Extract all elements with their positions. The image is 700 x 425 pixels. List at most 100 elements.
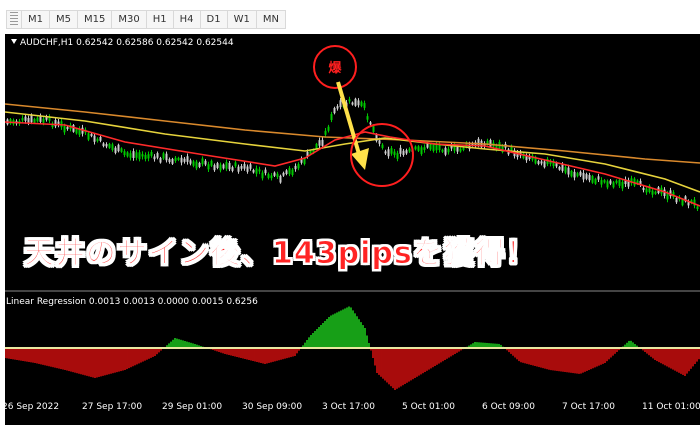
- candle-body: [189, 160, 192, 164]
- candle-body: [270, 175, 273, 179]
- candle-body: [114, 147, 117, 153]
- candle-body: [219, 164, 222, 171]
- candle-body: [192, 161, 195, 166]
- candle-body: [255, 168, 258, 174]
- candle-body: [366, 116, 369, 120]
- time-axis-label: 5 Oct 01:00: [402, 402, 455, 412]
- signal-mark: 爆: [328, 60, 342, 76]
- candle-body: [129, 153, 132, 158]
- candle-body: [582, 172, 585, 180]
- candle-body: [273, 172, 276, 176]
- time-axis-label: 27 Sep 17:00: [82, 402, 143, 412]
- candle-body: [654, 191, 657, 194]
- candle-body: [282, 172, 285, 176]
- timeframe-h1-button[interactable]: H1: [145, 11, 173, 28]
- candle-body: [30, 115, 33, 123]
- candle-body: [123, 151, 126, 156]
- timeframe-h4-button[interactable]: H4: [172, 11, 200, 28]
- timeframe-m5-button[interactable]: M5: [49, 11, 77, 28]
- candle-body: [384, 151, 387, 154]
- candle-body: [36, 117, 39, 122]
- symbol-info: AUDCHF,H1 0.62542 0.62586 0.62542 0.6254…: [11, 38, 234, 48]
- candle-body: [510, 146, 513, 151]
- candle-body: [327, 126, 330, 131]
- timeframe-d1-button[interactable]: D1: [199, 11, 227, 28]
- timeframe-w1-button[interactable]: W1: [226, 11, 256, 28]
- candle-body: [228, 162, 231, 170]
- candle-body: [399, 147, 402, 154]
- candle-body: [279, 175, 282, 183]
- price-chart-window[interactable]: 爆 AUDCHF,H1 0.62542 0.62586 0.62542 0.62…: [2, 34, 700, 425]
- symbol-quote-text: AUDCHF,H1 0.62542 0.62586 0.62542 0.6254…: [20, 38, 234, 48]
- candle-body: [111, 144, 114, 151]
- candle-body: [606, 181, 609, 188]
- candle-body: [621, 182, 624, 189]
- candle-body: [249, 164, 252, 169]
- candle-body: [372, 126, 375, 132]
- candle-body: [354, 98, 357, 106]
- candle-body: [381, 144, 384, 148]
- candle-body: [651, 190, 654, 195]
- candle-body: [459, 148, 462, 152]
- candle-body: [594, 178, 597, 184]
- candle-body: [225, 162, 228, 169]
- candle-body: [315, 143, 318, 149]
- candle-body: [288, 168, 291, 175]
- timeframe-mn-button[interactable]: MN: [255, 11, 285, 28]
- candle-body: [174, 157, 177, 162]
- candle-body: [405, 150, 408, 154]
- candle-body: [303, 158, 306, 165]
- candle-body: [444, 147, 447, 155]
- candle-body: [600, 180, 603, 185]
- candle-body: [396, 153, 399, 159]
- candle-body: [75, 129, 78, 134]
- candle-body: [132, 151, 135, 158]
- candle-body: [201, 158, 204, 165]
- candle-body: [240, 165, 243, 169]
- candle-body: [429, 144, 432, 150]
- candle-body: [207, 164, 210, 170]
- candle-body: [150, 151, 153, 156]
- candle-body: [597, 176, 600, 180]
- candle-body: [477, 138, 480, 146]
- candle-body: [357, 100, 360, 106]
- candle-body: [93, 135, 96, 142]
- candle-body: [183, 158, 186, 162]
- candle-body: [642, 187, 645, 191]
- candle-body: [525, 156, 528, 161]
- candle-body: [318, 140, 321, 146]
- candle-body: [321, 139, 324, 146]
- overlay-caption: 天井のサイン後、143pipsを獲得！: [24, 236, 537, 272]
- timeframe-m30-button[interactable]: M30: [111, 11, 145, 28]
- candle-body: [180, 157, 183, 163]
- candle-body: [291, 169, 294, 176]
- candle-body: [237, 166, 240, 172]
- candle-body: [117, 144, 120, 152]
- candle-body: [21, 118, 24, 121]
- candle-body: [234, 162, 237, 167]
- candle-body: [336, 106, 339, 109]
- candle-body: [204, 160, 207, 165]
- candle-body: [687, 202, 690, 206]
- timeframe-m15-button[interactable]: M15: [77, 11, 111, 28]
- candle-body: [666, 193, 669, 200]
- candle-body: [276, 173, 279, 178]
- candle-body: [231, 167, 234, 171]
- candle-body: [576, 173, 579, 177]
- timeframe-button-group: M1 M5 M15 M30 H1 H4 D1 W1 MN: [6, 10, 286, 29]
- candle-body: [90, 133, 93, 137]
- candle-body: [456, 146, 459, 152]
- candle-body: [186, 156, 189, 162]
- collapse-triangle-icon[interactable]: [11, 39, 17, 44]
- candle-body: [441, 149, 444, 152]
- candle-body: [390, 148, 393, 154]
- timeframe-m1-button[interactable]: M1: [21, 11, 49, 28]
- candle-body: [537, 161, 540, 164]
- candle-body: [369, 122, 372, 125]
- candle-body: [141, 154, 144, 157]
- candle-body: [330, 114, 333, 121]
- candle-body: [138, 152, 141, 160]
- candle-body: [24, 116, 27, 121]
- toolbar-grip-handle[interactable]: [10, 12, 18, 27]
- time-axis-label: 11 Oct 01:00: [642, 402, 700, 412]
